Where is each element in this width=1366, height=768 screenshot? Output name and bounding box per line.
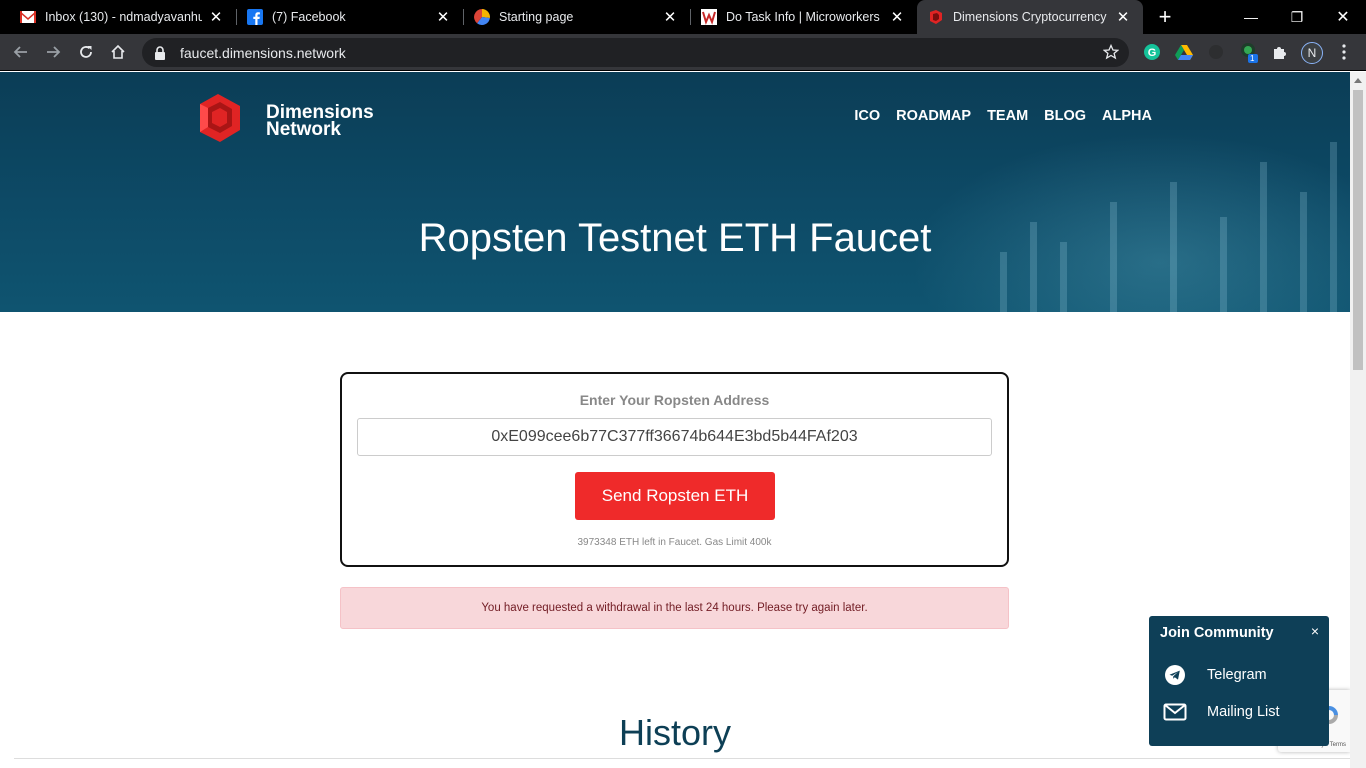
tab-title: Dimensions Cryptocurrency Fa bbox=[953, 10, 1109, 24]
tab-dimensions[interactable]: Dimensions Cryptocurrency Fa ✕ bbox=[917, 0, 1143, 34]
nav-alpha[interactable]: ALPHA bbox=[1102, 108, 1152, 124]
close-icon[interactable]: × bbox=[1311, 623, 1319, 639]
address-label: Enter Your Ropsten Address bbox=[579, 392, 770, 408]
faucet-form: Enter Your Ropsten Address Send Ropsten … bbox=[340, 372, 1009, 567]
faucet-balance-info: 3973348 ETH left in Faucet. Gas Limit 40… bbox=[577, 537, 772, 548]
history-heading: History bbox=[618, 712, 731, 753]
mail-icon bbox=[1163, 702, 1187, 722]
minimize-icon[interactable]: — bbox=[1228, 0, 1274, 34]
extension-badge-icon[interactable]: 1 bbox=[1238, 42, 1258, 63]
forward-icon[interactable] bbox=[41, 40, 65, 64]
lock-icon bbox=[154, 45, 168, 60]
puzzle-icon[interactable] bbox=[1270, 42, 1290, 62]
community-item-label: Telegram bbox=[1207, 667, 1267, 683]
startpage-icon bbox=[474, 9, 490, 25]
nav-blog[interactable]: BLOG bbox=[1044, 108, 1086, 124]
hero-banner: Dimensions Network ICO ROADMAP TEAM BLOG… bbox=[0, 72, 1350, 312]
tab-title: Do Task Info | Microworkers - v bbox=[726, 10, 883, 24]
facebook-icon bbox=[247, 9, 263, 25]
scrollbar-thumb[interactable] bbox=[1353, 90, 1363, 370]
tab-gmail[interactable]: Inbox (130) - ndmadyavanhu@ ✕ bbox=[0, 0, 236, 34]
google-drive-icon[interactable] bbox=[1174, 42, 1194, 62]
bg-candle bbox=[1000, 252, 1007, 312]
main-nav: ICO ROADMAP TEAM BLOG ALPHA bbox=[854, 108, 1152, 124]
scroll-up-icon[interactable] bbox=[1354, 78, 1362, 83]
page-title: Ropsten Testnet ETH Faucet bbox=[418, 216, 932, 260]
back-icon[interactable] bbox=[9, 40, 33, 64]
dimensions-logo-icon bbox=[196, 92, 244, 149]
nav-roadmap[interactable]: ROADMAP bbox=[896, 108, 971, 124]
extension-badge: 1 bbox=[1250, 54, 1255, 63]
url-text: faucet.dimensions.network bbox=[180, 44, 346, 61]
community-mailing-list-link[interactable]: Mailing List bbox=[1163, 702, 1280, 722]
tab-strip: Inbox (130) - ndmadyavanhu@ ✕ (7) Facebo… bbox=[0, 0, 1366, 34]
extension-dark-icon[interactable] bbox=[1206, 42, 1226, 62]
ropsten-address-input[interactable] bbox=[357, 418, 992, 456]
divider bbox=[14, 758, 1350, 759]
microworkers-icon bbox=[701, 9, 717, 25]
page-scrollbar[interactable] bbox=[1350, 72, 1366, 768]
telegram-icon bbox=[1163, 665, 1187, 685]
tab-microworkers[interactable]: Do Task Info | Microworkers - v ✕ bbox=[681, 0, 917, 34]
nav-team[interactable]: TEAM bbox=[987, 108, 1028, 124]
menu-kebab-icon[interactable] bbox=[1334, 42, 1354, 62]
tab-title: Starting page bbox=[499, 10, 574, 24]
reload-icon[interactable] bbox=[74, 40, 98, 64]
join-community-widget: Join Community × Telegram Mailing List bbox=[1149, 616, 1329, 746]
close-icon[interactable]: ✕ bbox=[662, 9, 678, 26]
dimensions-icon bbox=[928, 9, 944, 25]
grammarly-icon[interactable]: G bbox=[1142, 42, 1162, 62]
home-icon[interactable] bbox=[106, 40, 130, 64]
community-title: Join Community bbox=[1160, 625, 1274, 641]
window-close-icon[interactable]: ✕ bbox=[1320, 0, 1366, 34]
close-icon[interactable]: ✕ bbox=[435, 9, 451, 26]
close-icon[interactable]: ✕ bbox=[208, 9, 224, 26]
send-ropsten-eth-button[interactable]: Send Ropsten ETH bbox=[575, 472, 775, 520]
close-icon[interactable]: ✕ bbox=[1115, 9, 1131, 26]
tab-title: (7) Facebook bbox=[272, 10, 346, 24]
gmail-icon bbox=[20, 9, 36, 25]
close-icon[interactable]: ✕ bbox=[889, 9, 905, 26]
tab-facebook[interactable]: (7) Facebook ✕ bbox=[227, 0, 463, 34]
withdrawal-alert: You have requested a withdrawal in the l… bbox=[340, 587, 1009, 629]
page-viewport: Dimensions Network ICO ROADMAP TEAM BLOG… bbox=[0, 72, 1350, 768]
svg-text:G: G bbox=[1148, 47, 1157, 59]
community-telegram-link[interactable]: Telegram bbox=[1163, 665, 1267, 685]
address-bar[interactable]: faucet.dimensions.network bbox=[142, 38, 1129, 67]
tab-starting-page[interactable]: Starting page ✕ bbox=[454, 0, 690, 34]
browser-toolbar: faucet.dimensions.network G 1 N bbox=[0, 34, 1366, 71]
profile-avatar[interactable]: N bbox=[1301, 42, 1323, 64]
community-item-label: Mailing List bbox=[1207, 704, 1280, 720]
logo-line-1: Dimensions bbox=[266, 101, 374, 123]
restore-icon[interactable]: ❐ bbox=[1274, 0, 1320, 34]
logo-line-2: Network bbox=[266, 118, 341, 140]
nav-ico[interactable]: ICO bbox=[854, 108, 880, 124]
new-tab-button[interactable]: + bbox=[1153, 4, 1177, 29]
site-logo[interactable]: Dimensions Network bbox=[196, 92, 374, 149]
bookmark-star-icon[interactable] bbox=[1102, 43, 1120, 65]
tab-title: Inbox (130) - ndmadyavanhu@ bbox=[45, 10, 202, 24]
logo-wordmark: Dimensions Network bbox=[266, 101, 374, 140]
